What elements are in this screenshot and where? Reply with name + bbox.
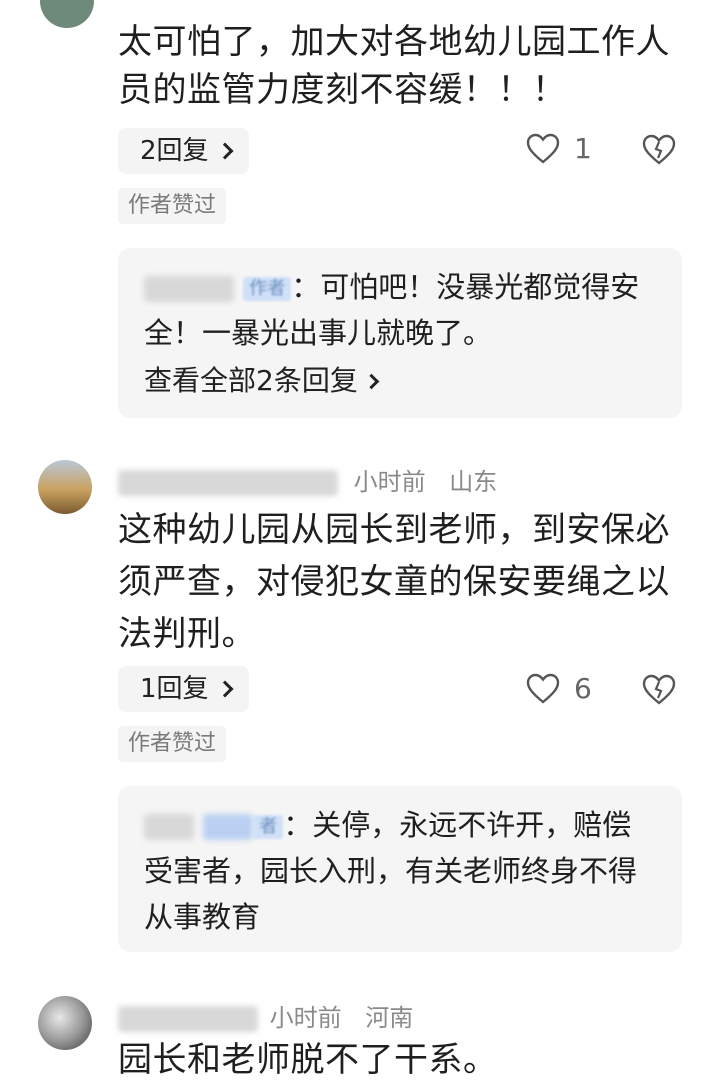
comment-text: 太可怕了，加大对各地幼儿园工作人员的监管力度刻不容缓！！！ [118,22,670,110]
comment-text: 园长和老师脱不了干系。 [118,1040,498,1080]
replies-label: 1回复 [140,674,209,704]
replies-label: 2回复 [140,136,209,166]
chevron-right-icon [216,680,234,698]
view-all-replies-link[interactable]: 查看全部2条回复 [144,358,656,404]
comment-location: 河南 [365,1004,414,1032]
chevron-right-icon [216,142,234,160]
username[interactable] [118,470,338,496]
comment-location: 山东 [449,468,498,496]
like-button[interactable]: 6 [526,672,592,705]
reply-preview[interactable]: 作者 ：可怕吧！没暴光都觉得安全！一暴光出事儿就晚了。 查看全部2条回复 [118,248,682,418]
comment-meta: 小时前 山东 [118,462,497,497]
replies-button[interactable]: 1回复 [118,666,249,712]
username[interactable] [118,1006,258,1032]
avatar[interactable] [38,996,92,1050]
replies-button[interactable]: 2回复 [118,128,249,174]
author-tag: 者 [253,815,284,839]
like-count: 1 [574,132,592,165]
broken-heart-icon[interactable] [642,134,676,166]
avatar[interactable] [38,460,92,514]
author-tag: 作者 [243,277,292,301]
avatar[interactable] [40,0,94,28]
reply-content: 者：关停，永远不许开，赔偿受害者，园长入刑，有关老师终身不得从事教育 [144,802,656,940]
comment-meta: 小时前 河南 [118,998,413,1033]
reply-username [144,276,234,302]
heart-outline-icon [526,133,560,164]
broken-heart-icon[interactable] [642,674,676,706]
author-liked-badge: 作者赞过 [118,188,227,224]
reply-content: 作者 ：可怕吧！没暴光都觉得安全！一暴光出事儿就晚了。 [144,264,656,356]
reply-preview[interactable]: 者：关停，永远不许开，赔偿受害者，园长入刑，有关老师终身不得从事教育 [118,786,682,952]
view-all-label: 查看全部2条回复 [144,364,358,397]
like-count: 6 [574,672,592,705]
heart-outline-icon [526,673,560,704]
reply-username-part [203,814,254,840]
comment-time: 小时前 [269,1004,342,1032]
reply-username [144,814,194,840]
like-button[interactable]: 1 [526,132,592,165]
comment-time: 小时前 [353,468,426,496]
author-liked-badge: 作者赞过 [118,726,227,762]
chevron-right-icon [363,373,380,389]
comment-text: 这种幼儿园从园长到老师，到安保必须严查，对侵犯女童的保安要绳之以法判刑。 [118,510,670,654]
